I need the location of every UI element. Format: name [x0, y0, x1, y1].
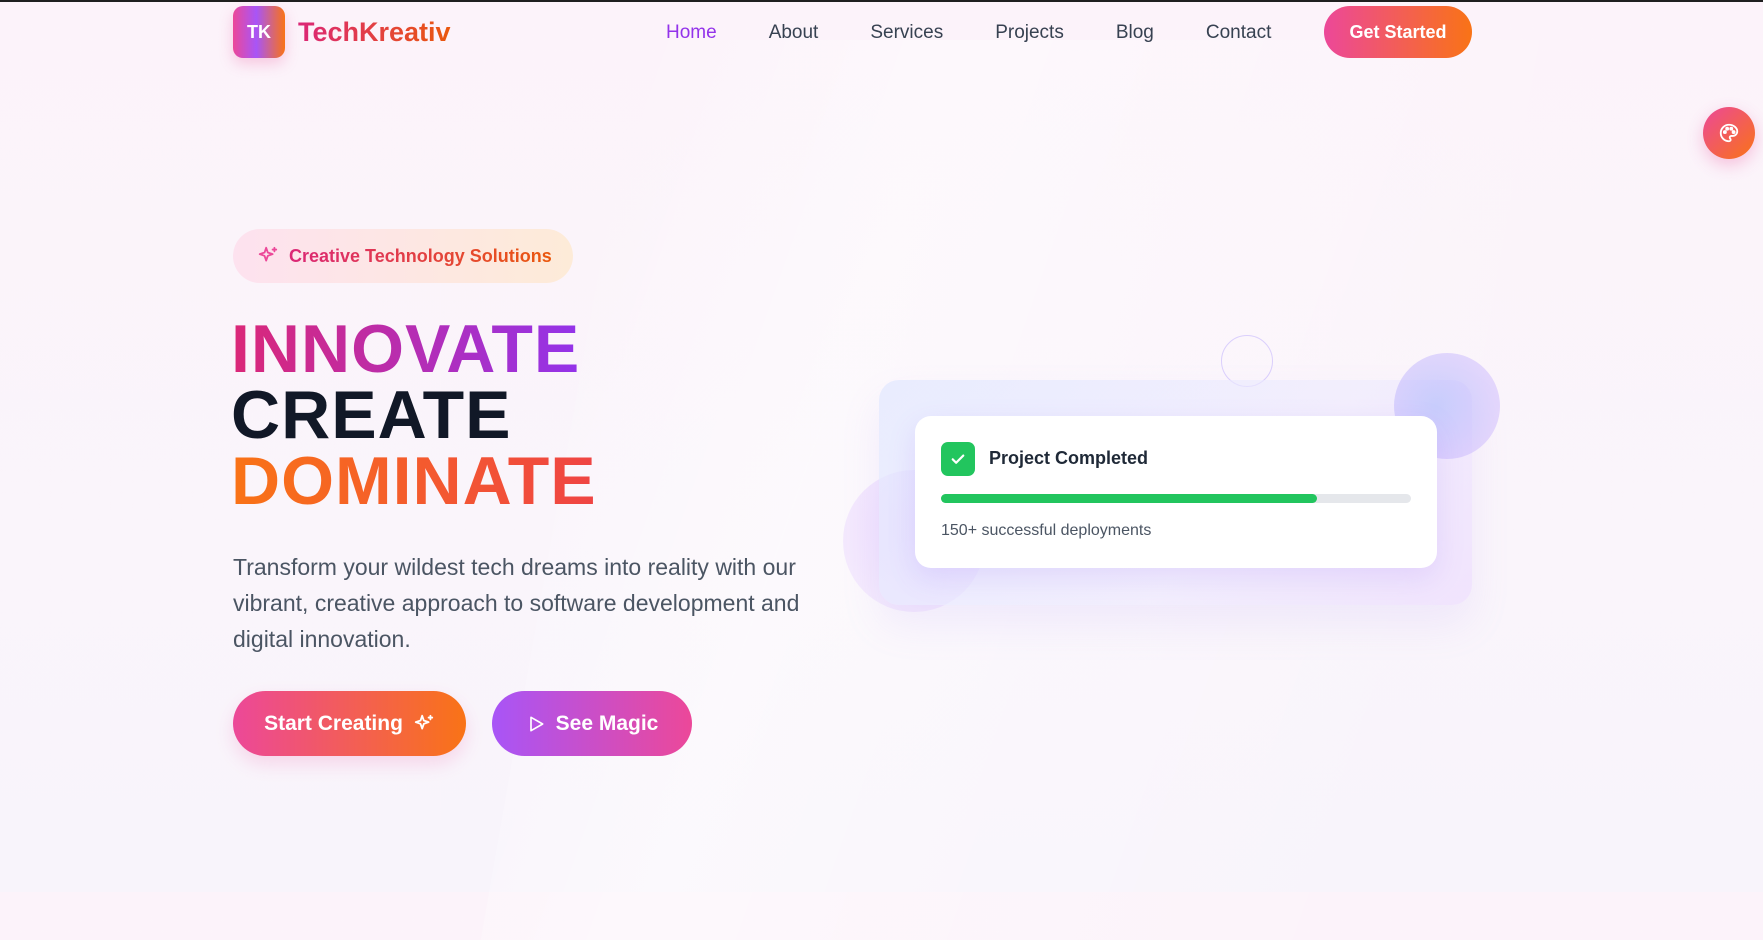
nav-home[interactable]: Home: [666, 21, 717, 45]
status-card: Project Completed 150+ successful deploy…: [915, 416, 1437, 568]
nav-blog[interactable]: Blog: [1116, 21, 1154, 45]
progress-bar-fill: [941, 494, 1317, 503]
check-icon: [941, 442, 975, 476]
hero-badge: Creative Technology Solutions: [233, 229, 573, 283]
headline-line-3: DOMINATE: [231, 443, 597, 519]
progress-bar: [941, 494, 1411, 503]
sparkles-icon: [414, 714, 434, 729]
main-nav: Home About Services Projects Blog Contac…: [666, 21, 1323, 45]
nav-contact[interactable]: Contact: [1206, 21, 1271, 45]
status-card-subtitle: 150+ successful deployments: [941, 522, 1152, 539]
see-magic-label: See Magic: [555, 711, 659, 735]
see-magic-button[interactable]: See Magic: [492, 691, 692, 756]
get-started-button[interactable]: Get Started: [1324, 6, 1472, 58]
brand-name[interactable]: TechKreativ: [298, 14, 451, 50]
start-creating-label: Start Creating: [264, 711, 403, 735]
sparkles-icon: [258, 246, 278, 262]
play-icon: [529, 716, 544, 731]
status-card-title: Project Completed: [989, 448, 1149, 468]
hero-headline: INNOVATE CREATE DOMINATE: [231, 311, 597, 519]
palette-icon: [1719, 123, 1739, 143]
nav-services[interactable]: Services: [870, 21, 943, 45]
nav-projects[interactable]: Projects: [995, 21, 1064, 45]
hero-badge-text: Creative Technology Solutions: [289, 245, 552, 266]
headline-line-2: CREATE: [231, 377, 512, 453]
hero-description: Transform your wildest tech dreams into …: [233, 554, 800, 652]
top-border: [0, 0, 1763, 2]
headline-line-1: INNOVATE: [231, 311, 581, 387]
theme-palette-button[interactable]: [1703, 107, 1755, 159]
logo-badge[interactable]: TK: [233, 6, 285, 58]
nav-about[interactable]: About: [769, 21, 819, 45]
start-creating-button[interactable]: Start Creating: [233, 691, 466, 756]
